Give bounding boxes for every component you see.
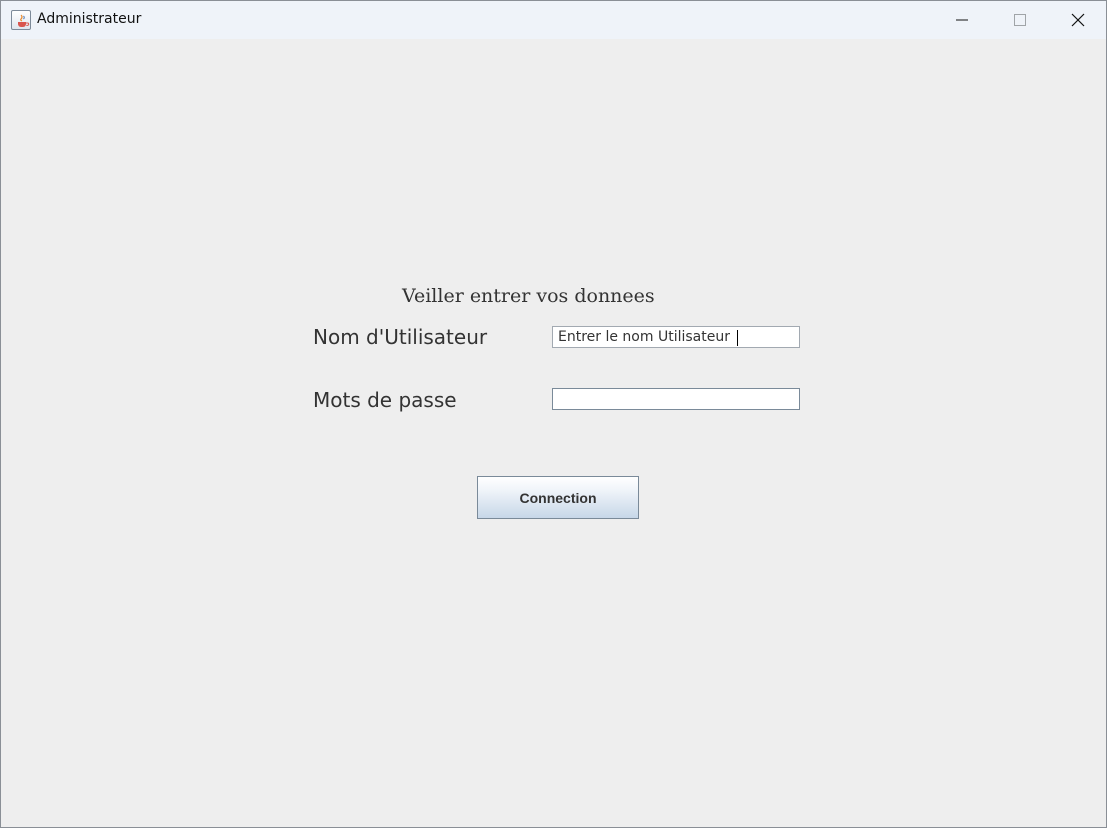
window-title: Administrateur (37, 11, 142, 27)
form-heading: Veiller entrer vos donnees (402, 285, 655, 307)
login-panel: Veiller entrer vos donnees Nom d'Utilisa… (1, 39, 1106, 827)
password-label: Mots de passe (313, 388, 457, 412)
maximize-button[interactable] (997, 1, 1043, 39)
password-input[interactable] (552, 388, 800, 410)
minimize-icon (956, 19, 968, 21)
connection-button[interactable]: Connection (477, 476, 639, 519)
maximize-icon (1014, 14, 1026, 26)
minimize-button[interactable] (939, 1, 985, 39)
application-window: Administrateur Veiller entrer vos donnee… (0, 0, 1107, 828)
text-caret (737, 330, 738, 346)
close-icon (1071, 13, 1085, 27)
username-label: Nom d'Utilisateur (313, 325, 488, 349)
close-button[interactable] (1055, 1, 1101, 39)
title-bar[interactable]: Administrateur (1, 1, 1106, 39)
username-input[interactable] (552, 326, 800, 348)
java-app-icon (11, 10, 31, 30)
